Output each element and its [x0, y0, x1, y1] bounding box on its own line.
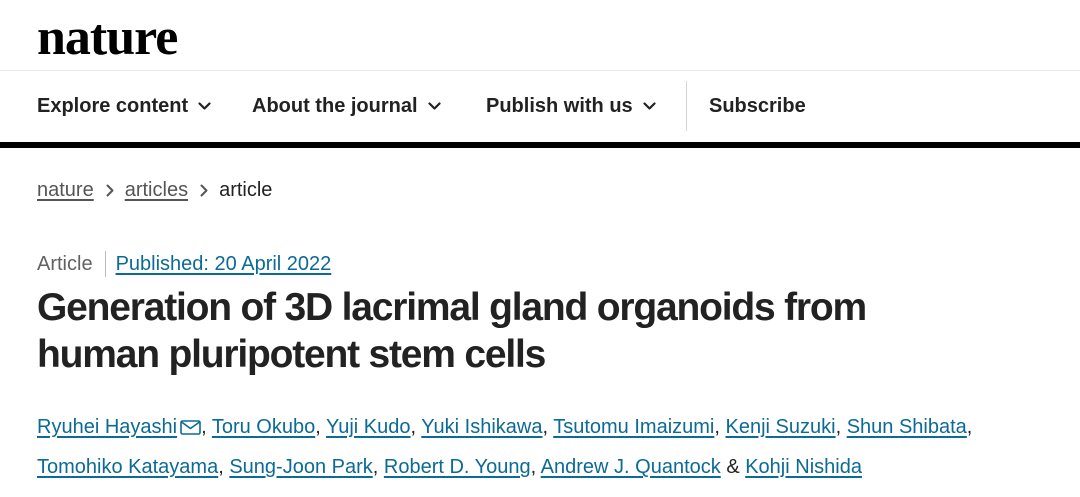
chevron-down-icon — [643, 102, 656, 111]
author-separator: , — [315, 416, 326, 438]
author-list: Ryuhei Hayashi, Toru Okubo, Yuji Kudo, Y… — [37, 408, 1057, 486]
chevron-right-icon — [200, 184, 208, 197]
nav-about-the-journal-label: About the journal — [252, 95, 418, 117]
author-link[interactable]: Tsutomu Imaizumi — [553, 416, 714, 438]
breadcrumb-link-nature[interactable]: nature — [37, 179, 94, 202]
nav-divider — [686, 81, 687, 131]
article-type: Article — [37, 252, 93, 275]
meta-divider — [104, 251, 106, 277]
author-separator: , — [542, 416, 554, 438]
main-nav: Explore content About the journal Publis… — [0, 71, 1080, 142]
published-date-link[interactable]: Published: 20 April 2022 — [116, 253, 332, 276]
author-separator: , — [966, 416, 973, 438]
nature-logo[interactable]: nature — [37, 8, 178, 68]
author-separator: , — [835, 416, 847, 438]
author-separator: , — [372, 456, 384, 478]
author-link[interactable]: Andrew J. Quantock — [541, 456, 721, 478]
author-separator: , — [218, 456, 230, 478]
nav-publish-with-us-label: Publish with us — [486, 95, 633, 117]
author-separator: , — [410, 416, 422, 438]
article-title-line-1: Generation of 3D lacrimal gland organoid… — [37, 286, 867, 329]
nav-bottom-bar — [0, 142, 1080, 148]
author-separator: , — [530, 456, 541, 478]
nav-subscribe-label: Subscribe — [709, 95, 806, 117]
author-link[interactable]: Kohji Nishida — [745, 456, 862, 478]
author-separator: , — [714, 416, 726, 438]
chevron-down-icon — [427, 102, 441, 111]
nav-publish-with-us[interactable]: Publish with us — [486, 71, 656, 142]
author-link[interactable]: Yuki Ishikawa — [421, 416, 542, 438]
author-link[interactable]: Toru Okubo — [212, 416, 315, 438]
nav-explore-content[interactable]: Explore content — [37, 71, 211, 142]
author-link[interactable]: Robert D. Young — [384, 456, 531, 478]
author-link[interactable]: Shun Shibata — [847, 416, 967, 438]
breadcrumb: nature articles article — [37, 177, 272, 203]
author-link[interactable]: Sung-Joon Park — [229, 456, 372, 478]
chevron-right-icon — [106, 184, 114, 197]
article-title: Generation of 3D lacrimal gland organoid… — [37, 284, 1037, 378]
author-link[interactable]: Yuji Kudo — [326, 416, 411, 438]
article-meta: Article Published: 20 April 2022 — [37, 251, 331, 277]
nav-subscribe[interactable]: Subscribe — [709, 71, 806, 142]
nav-about-the-journal[interactable]: About the journal — [252, 71, 441, 142]
author-link[interactable]: Ryuhei Hayashi — [37, 416, 177, 438]
author-separator: , — [201, 416, 212, 438]
mail-icon[interactable] — [180, 410, 201, 448]
breadcrumb-link-articles[interactable]: articles — [125, 179, 188, 202]
author-link[interactable]: Tomohiko Katayama — [37, 456, 218, 478]
author-link[interactable]: Kenji Suzuki — [726, 416, 836, 438]
author-joiner: & — [720, 456, 746, 478]
nav-explore-content-label: Explore content — [37, 95, 189, 117]
breadcrumb-current: article — [219, 178, 273, 201]
article-title-line-2: human pluripotent stem cells — [37, 333, 546, 376]
chevron-down-icon — [198, 102, 211, 111]
